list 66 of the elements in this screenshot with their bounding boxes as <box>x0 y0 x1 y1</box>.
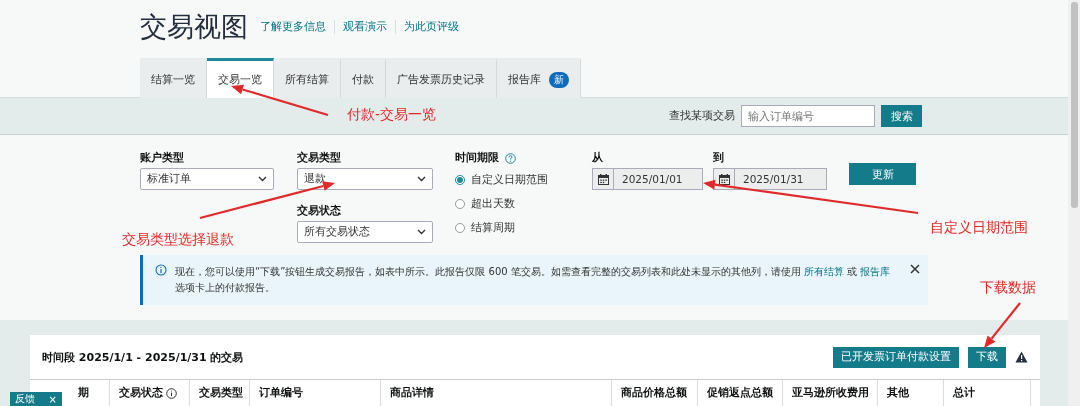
tab[interactable]: 付款 <box>341 58 386 98</box>
calendar-icon <box>597 173 609 185</box>
download-button[interactable]: 下载 <box>968 346 1006 368</box>
column-header: 商品详情 <box>390 386 434 401</box>
column-header: 其他 <box>887 386 909 401</box>
scrollbar[interactable] <box>1068 0 1080 406</box>
annotation-text: 交易类型选择退款 <box>122 231 234 249</box>
header-link[interactable]: 了解更多信息 <box>260 20 334 34</box>
start-date-field[interactable]: 2025/01/01 <box>592 168 703 190</box>
field-label: 时间期限 <box>455 151 499 165</box>
info-icon <box>166 387 177 399</box>
notice-link[interactable]: 报告库 <box>860 266 891 277</box>
field-label: 交易状态 <box>297 204 342 218</box>
column-header: 订单编号 <box>259 386 303 401</box>
end-date-field[interactable]: 2025/01/31 <box>713 168 827 190</box>
chevron-down-icon <box>258 176 267 182</box>
tab[interactable]: 广告发票历史记录 <box>386 58 497 98</box>
notice-text: 现在，您可以使用“下载”按钮生成交易报告，如表中所示。此报告仅限 600 笔交易。如需查看完整的交易列表和此处未显示的其他列，请使用 所有结算 或 报告库 选项卡上的付款报告。 <box>175 265 892 295</box>
column-header: 交易类型 <box>199 386 243 401</box>
field-label: 账户类型 <box>140 151 185 165</box>
annotation-text: 自定义日期范围 <box>930 219 1028 237</box>
column-header: 总计 <box>953 386 975 401</box>
help-icon <box>505 152 516 164</box>
search-label: 查找某项交易 <box>669 109 735 123</box>
radio-option[interactable]: 自定义日期范围 <box>455 168 592 192</box>
field-label: 交易类型 <box>297 151 342 165</box>
annotation-text: 下载数据 <box>980 279 1036 297</box>
info-icon <box>155 264 167 276</box>
account-type-dropdown[interactable]: 标准订单 <box>140 168 274 190</box>
radio-option[interactable]: 结算周期 <box>455 216 592 240</box>
transaction-type-dropdown[interactable]: 退款 <box>297 168 433 190</box>
radio-button[interactable] <box>455 175 465 185</box>
feedback-tab[interactable]: 反馈 × <box>10 392 62 406</box>
tab[interactable]: 结算一览 <box>140 58 207 98</box>
field-label: 从 <box>592 151 604 165</box>
annotation-arrow <box>984 302 1021 348</box>
column-header: 商品价格总额 <box>621 386 687 401</box>
column-header: 亚马逊所收费用 <box>792 386 869 401</box>
header-link[interactable]: 为此页评级 <box>395 20 467 34</box>
notice-link[interactable]: 所有结算 <box>804 266 844 277</box>
column-header: 交易状态 <box>119 386 163 401</box>
close-icon <box>910 264 920 274</box>
chevron-down-icon <box>417 176 426 182</box>
search-button[interactable]: 搜索 <box>881 105 922 127</box>
close-icon[interactable]: × <box>48 393 57 405</box>
tab[interactable]: 报告库 新 <box>497 58 581 98</box>
tab[interactable]: 所有结算 <box>274 58 341 98</box>
annotation-text: 付款-交易一览 <box>347 106 436 124</box>
field-label: 到 <box>713 151 725 165</box>
calendar-icon <box>718 173 730 185</box>
header-link[interactable]: 观看演示 <box>334 20 395 34</box>
page-title: 交易视图 <box>140 10 248 44</box>
order-search-field[interactable]: 输入订单编号 <box>741 105 875 127</box>
table-title: 时间段 2025/1/1 - 2025/1/31 的交易 <box>42 349 245 365</box>
chevron-down-icon <box>417 229 426 235</box>
tab[interactable]: 交易一览 <box>207 58 274 98</box>
settings-button[interactable]: 已开发票订单付款设置 <box>833 346 959 368</box>
radio-button[interactable] <box>455 223 465 233</box>
radio-option[interactable]: 超出天数 <box>455 192 592 216</box>
radio-button[interactable] <box>455 199 465 209</box>
warning-icon <box>1015 351 1028 364</box>
column-header: 期 <box>78 386 89 401</box>
new-badge: 新 <box>549 71 569 88</box>
transaction-status-dropdown[interactable]: 所有交易状态 <box>297 221 433 243</box>
update-button[interactable]: 更新 <box>849 163 916 185</box>
column-header: 促销返点总额 <box>707 386 773 401</box>
